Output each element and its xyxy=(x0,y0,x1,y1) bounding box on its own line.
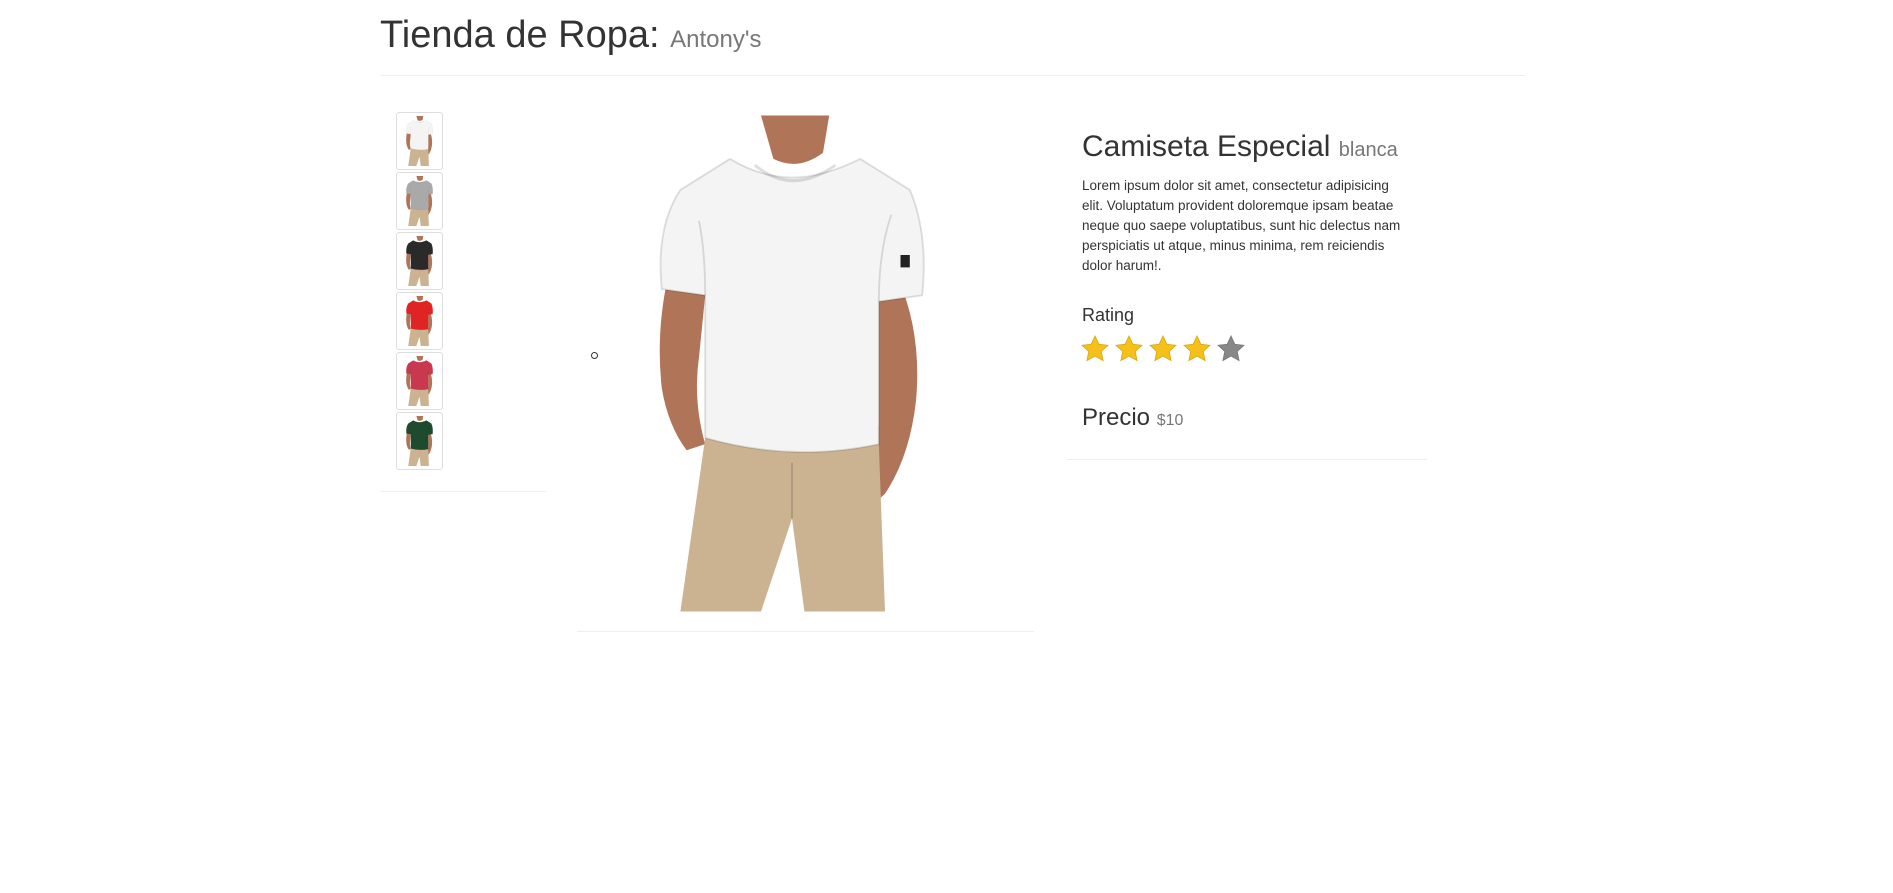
shirt-thumbnail-image xyxy=(406,416,433,466)
shirt-thumbnail-image xyxy=(406,116,433,166)
page-header: Tienda de Ropa: Antony's xyxy=(380,0,1525,76)
rating-stars xyxy=(1080,334,1246,366)
star-filled-icon[interactable] xyxy=(1182,334,1212,364)
gray-shirt-thumbnail[interactable] xyxy=(396,172,443,230)
product-details: Camiseta Especial blanca Lorem ipsum dol… xyxy=(1067,112,1427,460)
thumbnail-list xyxy=(380,112,546,492)
green-shirt-thumbnail[interactable] xyxy=(396,412,443,470)
rating-label: Rating xyxy=(1082,305,1135,325)
product-variant: blanca xyxy=(1338,139,1398,161)
red-shirt-thumbnail[interactable] xyxy=(396,292,443,350)
product-description: Lorem ipsum dolor sit amet, consectetur … xyxy=(1082,178,1401,273)
store-title: Tienda de Ropa: xyxy=(380,14,660,56)
main-product-image xyxy=(637,112,947,615)
price-label: Precio xyxy=(1082,404,1151,431)
white-shirt-thumbnail[interactable] xyxy=(396,112,443,170)
store-name: Antony's xyxy=(670,26,762,53)
black-shirt-thumbnail[interactable] xyxy=(396,232,443,290)
main-image-panel xyxy=(577,112,1034,632)
star-empty-icon[interactable] xyxy=(1216,334,1246,364)
star-filled-icon[interactable] xyxy=(1114,334,1144,364)
loading-indicator xyxy=(591,352,598,359)
page-title: Tienda de Ropa: Antony's xyxy=(380,14,761,57)
shirt-thumbnail-image xyxy=(406,236,433,286)
white-shirt-model-image xyxy=(659,115,925,612)
star-filled-icon[interactable] xyxy=(1080,334,1110,364)
product-name: Camiseta Especial xyxy=(1082,130,1331,163)
product-title: Camiseta Especial blanca xyxy=(1082,130,1398,164)
shirt-thumbnail-image xyxy=(406,296,433,346)
price-value: $10 xyxy=(1156,412,1184,429)
product-page: Tienda de Ropa: Antony's Camiseta Especi… xyxy=(0,0,1893,893)
shirt-thumbnail-image xyxy=(406,356,433,406)
star-filled-icon[interactable] xyxy=(1148,334,1178,364)
pink-shirt-thumbnail[interactable] xyxy=(396,352,443,410)
price: Precio $10 xyxy=(1082,404,1183,432)
shirt-thumbnail-image xyxy=(406,176,433,226)
